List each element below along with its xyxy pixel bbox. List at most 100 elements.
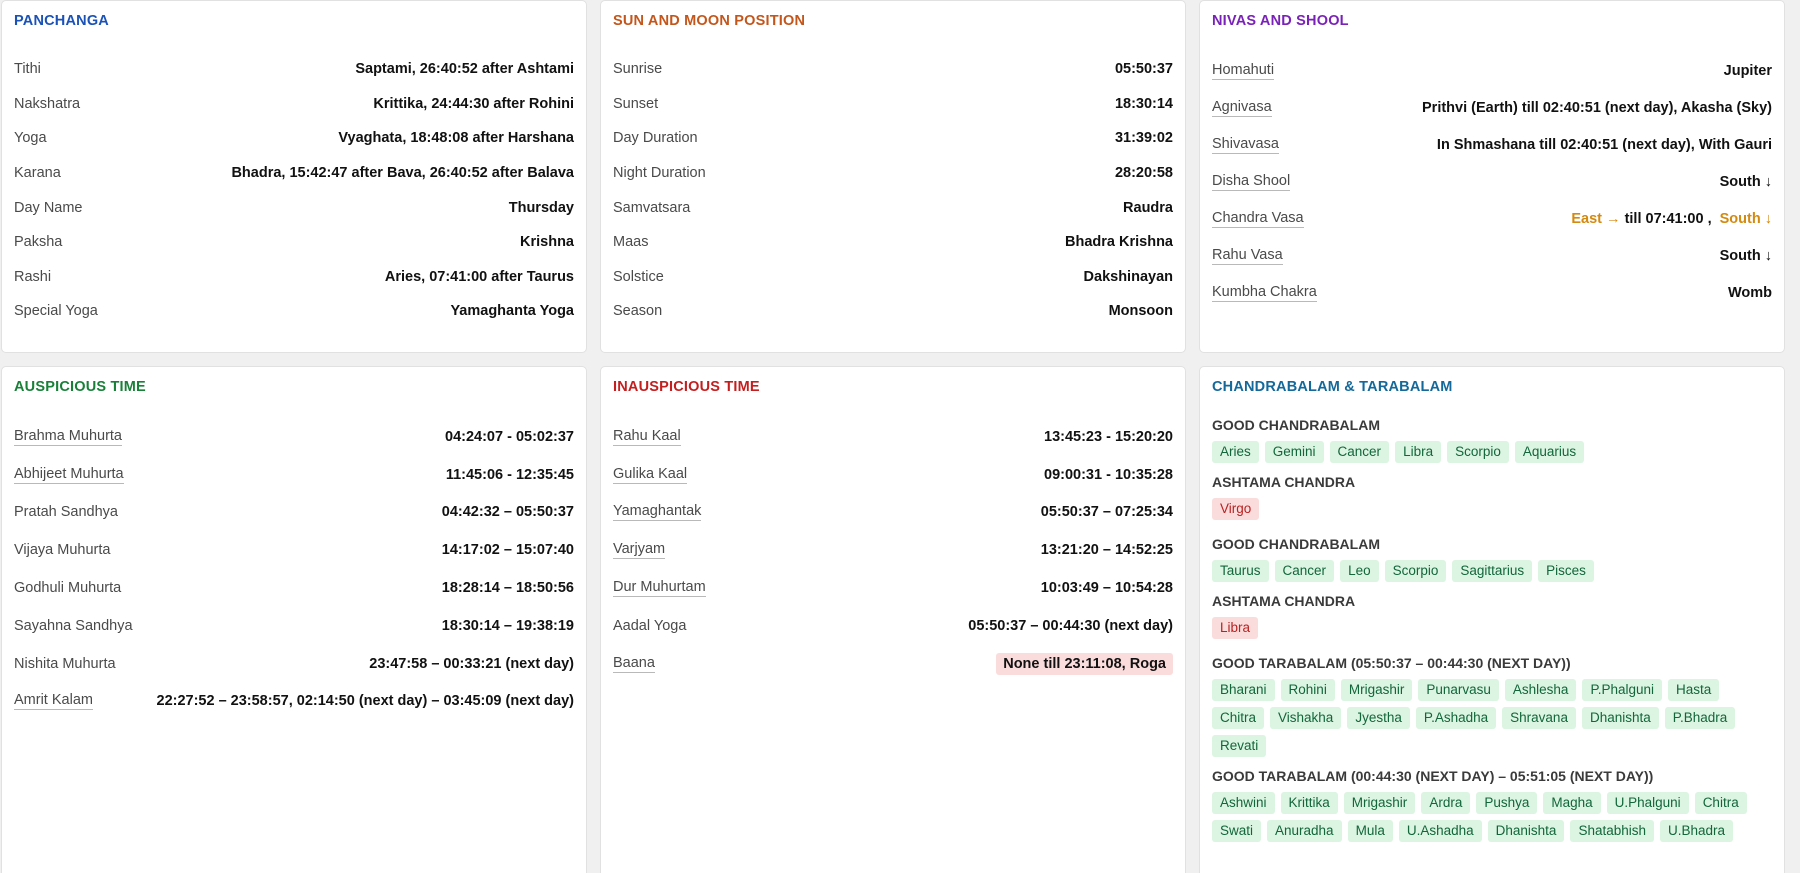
good-chandrabalam-block-1: GOOD CHANDRABALAM Aries Gemini Cancer Libra… (1212, 416, 1772, 463)
nivas-row-rahu-vasa: Rahu Vasa South ↓ (1212, 237, 1772, 274)
sun-moon-card: SUN AND MOON POSITION Sunrise 05:50:37 Sun… (600, 0, 1186, 353)
tag-cancer: Cancer (1274, 560, 1335, 582)
yoga-label: Yoga (14, 130, 47, 147)
day-name-label: Day Name (14, 199, 83, 216)
aadal-yoga-value: 05:50:37 – 00:44:30 (next day) (968, 617, 1173, 634)
tag-libra: Libra (1395, 441, 1442, 463)
nivas-rows: Homahuti Jupiter Agnivasa Prithvi (Earth… (1212, 52, 1772, 311)
amrit-kalam-value: 22:27:52 – 23:58:57, 02:14:50 (next day)… (156, 693, 575, 710)
homahuti-link[interactable]: Homahuti (1212, 62, 1275, 80)
inauspicious-card: INAUSPICIOUS TIME Rahu Kaal 13:45:23 - 15… (600, 366, 1186, 873)
tag-scorpio: Scorpio (1447, 441, 1509, 463)
aadal-yoga-label: Aadal Yoga (613, 617, 687, 634)
tithi-label: Tithi (14, 61, 41, 78)
baana-link[interactable]: Baana (613, 655, 655, 673)
special-yoga-label: Special Yoga (14, 303, 98, 320)
panchanga-title: PANCHANGA (14, 13, 109, 29)
row-tithi: Tithi Saptami, 26:40:52 after Ashtami (14, 52, 574, 87)
row-gulika-kaal: Gulika Kaal 09:00:31 - 10:35:28 (613, 456, 1173, 494)
dur-muhurtam-link[interactable]: Dur Muhurtam (613, 579, 706, 598)
chandra-vasa-south: South ↓ (1719, 210, 1772, 227)
vijaya-muhurta-value: 14:17:02 – 15:07:40 (441, 542, 574, 559)
brahma-muhurta-value: 04:24:07 - 05:02:37 (445, 428, 574, 445)
row-paksha: Paksha Krishna (14, 225, 574, 260)
tag-anuradha: Anuradha (1267, 820, 1342, 842)
inauspicious-rows: Rahu Kaal 13:45:23 - 15:20:20 Gulika Kaal 0… (613, 418, 1173, 683)
tag-ashwini: Ashwini (1212, 792, 1275, 814)
agnivasa-link[interactable]: Agnivasa (1212, 99, 1272, 117)
tag-swati: Swati (1212, 820, 1262, 842)
rashi-label: Rashi (14, 268, 52, 285)
vijaya-muhurta-label: Vijaya Muhurta (14, 542, 111, 559)
nivas-row-agnivasa: Agnivasa Prithvi (Earth) till 02:40:51 (… (1212, 89, 1772, 126)
row-season: Season Monsoon (613, 294, 1173, 329)
disha-shool-value: South ↓ (1719, 173, 1772, 190)
tag-revati: Revati (1212, 735, 1267, 757)
yoga-value: Vyaghata, 18:48:08 after Harshana (338, 130, 574, 147)
inauspicious-title: INAUSPICIOUS TIME (613, 379, 760, 395)
tag-ardra: Ardra (1421, 792, 1471, 814)
agnivasa-value: Prithvi (Earth) till 02:40:51 (next day)… (1422, 99, 1772, 116)
gulika-kaal-link[interactable]: Gulika Kaal (613, 466, 688, 484)
maas-label: Maas (613, 234, 649, 251)
varjyam-link[interactable]: Varjyam (613, 541, 666, 560)
night-duration-value: 28:20:58 (1114, 165, 1173, 182)
baana-badge: None till 23:11:08, Roga (996, 652, 1173, 675)
tag-vishakha: Vishakha (1270, 707, 1342, 729)
good-chandrabalam-tags-1: Aries Gemini Cancer Libra Scorpio Aquarius (1212, 441, 1772, 463)
sunset-value: 18:30:14 (1114, 95, 1173, 112)
row-brahma-muhurta: Brahma Muhurta 04:24:07 - 05:02:37 (14, 418, 574, 456)
row-vijaya-muhurta: Vijaya Muhurta 14:17:02 – 15:07:40 (14, 531, 574, 569)
solstice-value: Dakshinayan (1083, 268, 1173, 285)
row-rashi: Rashi Aries, 07:41:00 after Taurus (14, 260, 574, 295)
nakshatra-label: Nakshatra (14, 95, 81, 112)
tag-chitra: Chitra (1212, 707, 1265, 729)
godhuli-muhurta-label: Godhuli Muhurta (14, 580, 122, 597)
row-amrit-kalam: Amrit Kalam 22:27:52 – 23:58:57, 02:14:50… (14, 683, 574, 721)
chandrabalam-card: CHANDRABALAM & TARABALAM GOOD CHANDRABAL… (1199, 366, 1785, 873)
tag-sagittarius: Sagittarius (1452, 560, 1533, 582)
panchanga-rows: Tithi Saptami, 26:40:52 after Ashtami Naks… (14, 52, 574, 329)
tag-bharani: Bharani (1212, 679, 1275, 701)
tag-u-bhadra: U.Bhadra (1660, 820, 1734, 842)
tag-jyestha: Jyestha (1347, 707, 1410, 729)
tag-krittika: Krittika (1280, 792, 1338, 814)
row-yoga: Yoga Vyaghata, 18:48:08 after Harshana (14, 121, 574, 156)
amrit-kalam-link[interactable]: Amrit Kalam (14, 692, 93, 711)
rahu-vasa-link[interactable]: Rahu Vasa (1212, 247, 1283, 265)
tag-mrigashir: Mrigashir (1343, 792, 1416, 814)
kumbha-chakra-link[interactable]: Kumbha Chakra (1212, 284, 1317, 302)
tithi-value: Saptami, 26:40:52 after Ashtami (355, 61, 574, 78)
rahu-kaal-link[interactable]: Rahu Kaal (613, 428, 681, 446)
tag-scorpio: Scorpio (1384, 560, 1447, 582)
row-day-name: Day Name Thursday (14, 190, 574, 225)
row-yamaghantak: Yamaghantak 05:50:37 – 07:25:34 (613, 494, 1173, 532)
shivavasa-link[interactable]: Shivavasa (1212, 136, 1279, 154)
good-chandrabalam-title-2: GOOD CHANDRABALAM (1212, 536, 1380, 552)
abhijeet-muhurta-link[interactable]: Abhijeet Muhurta (14, 466, 124, 484)
tag-gemini: Gemini (1264, 441, 1324, 463)
chandra-vasa-link[interactable]: Chandra Vasa (1212, 210, 1304, 228)
row-nakshatra: Nakshatra Krittika, 24:44:30 after Rohini (14, 87, 574, 122)
yamaghantak-link[interactable]: Yamaghantak (613, 503, 702, 522)
tag-aquarius: Aquarius (1514, 441, 1585, 463)
tag-p-ashadha: P.Ashadha (1415, 707, 1497, 729)
season-value: Monsoon (1108, 303, 1173, 320)
ashtama-chandra-block-1: ASHTAMA CHANDRA Virgo (1212, 473, 1772, 520)
nivas-card: NIVAS AND SHOOL Homahuti Jupiter Agnivas… (1199, 0, 1785, 353)
chandra-vasa-till: till 07:41:00 , (1624, 210, 1712, 227)
rahu-kaal-value: 13:45:23 - 15:20:20 (1044, 428, 1173, 445)
good-tarabalam-title-2: GOOD TARABALAM (00:44:30 (NEXT DAY) – 05… (1212, 768, 1654, 784)
brahma-muhurta-link[interactable]: Brahma Muhurta (14, 428, 122, 446)
good-tarabalam-block-1: GOOD TARABALAM (05:50:37 – 00:44:30 (NEX… (1212, 654, 1772, 757)
chandra-vasa-value: East → till 07:41:00 , South ↓ (1571, 211, 1772, 227)
tag-cancer: Cancer (1329, 441, 1390, 463)
disha-shool-link[interactable]: Disha Shool (1212, 173, 1291, 191)
dur-muhurtam-value: 10:03:49 – 10:54:28 (1040, 580, 1173, 597)
good-chandrabalam-tags-2: Taurus Cancer Leo Scorpio Sagittarius Pisces (1212, 560, 1772, 582)
row-solstice: Solstice Dakshinayan (613, 260, 1173, 295)
homahuti-value: Jupiter (1723, 62, 1772, 79)
row-special-yoga: Special Yoga Yamaghanta Yoga (14, 294, 574, 329)
row-pratah-sandhya: Pratah Sandhya 04:42:32 – 05:50:37 (14, 494, 574, 532)
sunset-label: Sunset (613, 95, 659, 112)
